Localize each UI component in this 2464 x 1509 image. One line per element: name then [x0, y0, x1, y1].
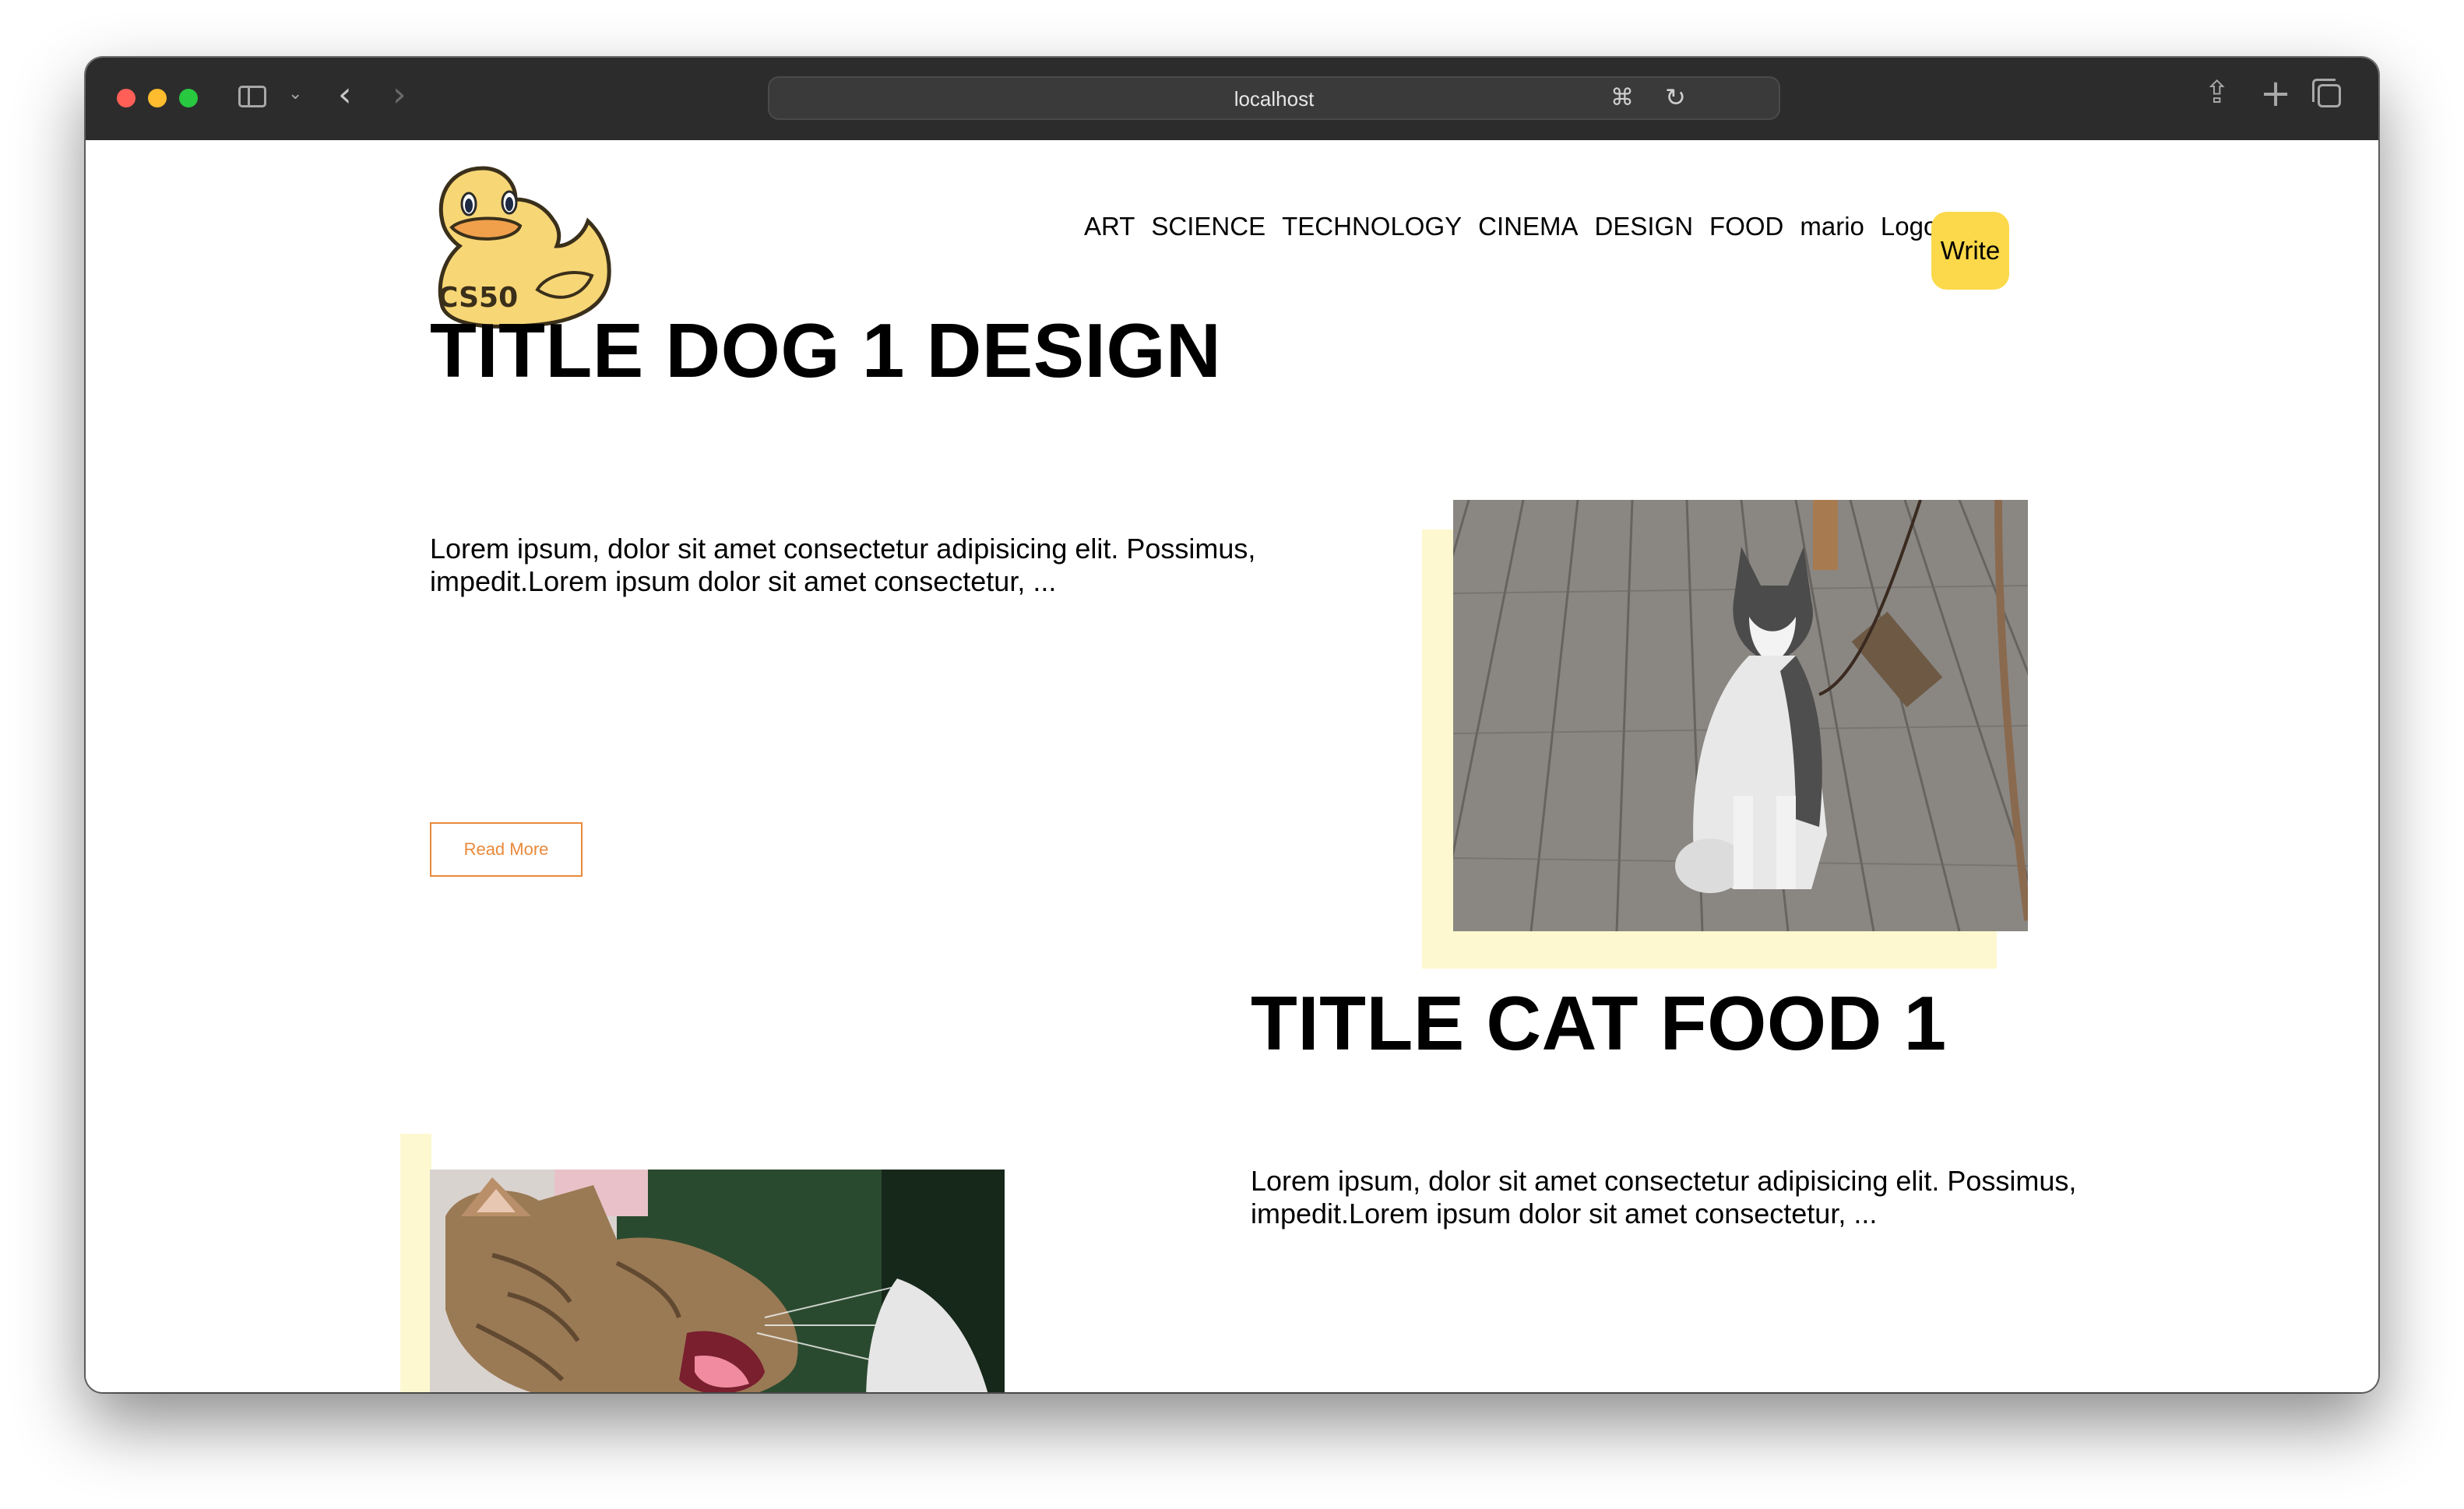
excerpt-line: Lorem ipsum, dolor sit amet consectetur … — [430, 533, 1256, 565]
zoom-window-button[interactable] — [179, 89, 198, 107]
share-icon[interactable]: ⇪ — [2204, 75, 2230, 111]
sidebar-toggle-icon[interactable] — [238, 86, 266, 107]
excerpt-line: impedit.Lorem ipsum dolor sit amet conse… — [430, 565, 1057, 597]
tab-overview-icon[interactable] — [2312, 79, 2341, 107]
forward-icon[interactable]: › — [392, 75, 407, 114]
read-more-button[interactable]: Read More — [430, 822, 583, 877]
back-icon[interactable]: ‹ — [338, 75, 352, 114]
browser-window: ⌄ ‹ › localhost ⌘ ↻ ⇪ + CS50 ART SCIENCE… — [86, 58, 2378, 1392]
nav-art[interactable]: ART — [1084, 212, 1135, 241]
browser-toolbar: ⌄ ‹ › localhost ⌘ ↻ ⇪ + — [86, 58, 2378, 142]
husky-dog-photo — [1453, 500, 2028, 931]
minimize-window-button[interactable] — [148, 89, 167, 107]
address-bar[interactable]: localhost ⌘ ↻ — [768, 76, 1780, 120]
main-nav: ART SCIENCE TECHNOLOGY CINEMA DESIGN FOO… — [1084, 212, 1976, 241]
post-title[interactable]: TITLE DOG 1 DESIGN — [430, 307, 1221, 395]
yawning-cat-photo — [430, 1170, 1005, 1392]
cs50-duck-logo[interactable]: CS50 — [428, 159, 615, 330]
chevron-down-icon[interactable]: ⌄ — [288, 84, 302, 104]
nav-design[interactable]: DESIGN — [1595, 212, 1694, 241]
nav-food[interactable]: FOOD — [1709, 212, 1783, 241]
write-button[interactable]: Write — [1931, 212, 2009, 290]
close-window-button[interactable] — [117, 89, 136, 107]
translate-icon[interactable]: ⌘ — [1610, 84, 1634, 111]
post-image-dog[interactable] — [1453, 500, 2028, 931]
reload-icon[interactable]: ↻ — [1665, 83, 1686, 112]
excerpt-line: impedit.Lorem ipsum dolor sit amet conse… — [1251, 1198, 1878, 1229]
post-title[interactable]: TITLE CAT FOOD 1 — [1251, 980, 1947, 1068]
nav-technology[interactable]: TECHNOLOGY — [1282, 212, 1462, 241]
image-highlight-backdrop — [400, 1134, 431, 1392]
new-tab-icon[interactable]: + — [2260, 72, 2291, 115]
nav-username[interactable]: mario — [1800, 212, 1864, 241]
post-image-cat[interactable] — [430, 1170, 1005, 1392]
post-excerpt: Lorem ipsum, dolor sit amet consectetur … — [1251, 1165, 2107, 1230]
excerpt-line: Lorem ipsum, dolor sit amet consectetur … — [1251, 1165, 2077, 1197]
nav-cinema[interactable]: CINEMA — [1478, 212, 1578, 241]
nav-science[interactable]: SCIENCE — [1151, 212, 1265, 241]
post-excerpt: Lorem ipsum, dolor sit amet consectetur … — [430, 533, 1287, 598]
page-content: CS50 ART SCIENCE TECHNOLOGY CINEMA DESIG… — [86, 140, 2378, 1392]
